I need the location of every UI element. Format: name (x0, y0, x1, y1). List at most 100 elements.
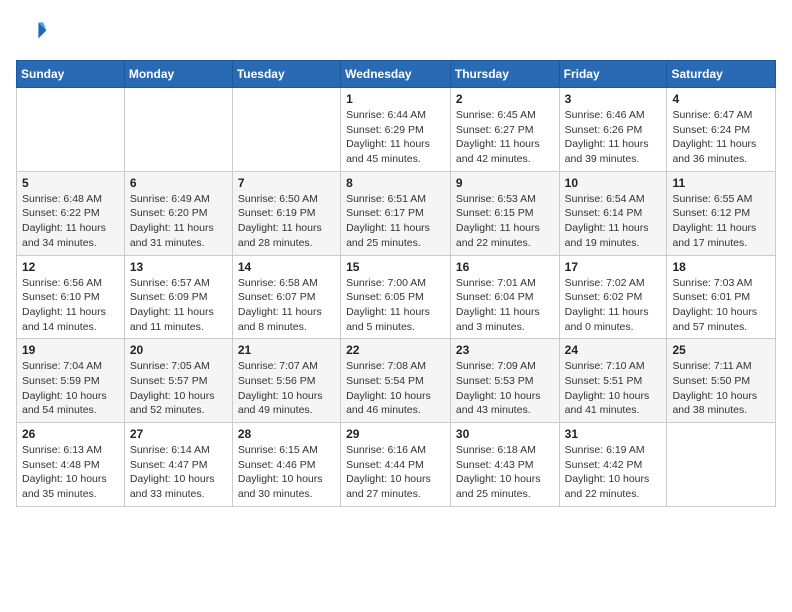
day-info: Sunrise: 6:19 AM Sunset: 4:42 PM Dayligh… (565, 443, 662, 502)
calendar-header-row: SundayMondayTuesdayWednesdayThursdayFrid… (17, 61, 776, 88)
day-info: Sunrise: 7:04 AM Sunset: 5:59 PM Dayligh… (22, 359, 119, 418)
calendar-cell (17, 88, 125, 172)
day-info: Sunrise: 6:16 AM Sunset: 4:44 PM Dayligh… (346, 443, 445, 502)
logo (16, 16, 52, 48)
weekday-header-friday: Friday (559, 61, 667, 88)
day-number: 31 (565, 427, 662, 441)
day-number: 30 (456, 427, 554, 441)
calendar-cell: 18Sunrise: 7:03 AM Sunset: 6:01 PM Dayli… (667, 255, 776, 339)
day-info: Sunrise: 6:44 AM Sunset: 6:29 PM Dayligh… (346, 108, 445, 167)
day-info: Sunrise: 7:01 AM Sunset: 6:04 PM Dayligh… (456, 276, 554, 335)
day-number: 3 (565, 92, 662, 106)
calendar-cell: 3Sunrise: 6:46 AM Sunset: 6:26 PM Daylig… (559, 88, 667, 172)
day-number: 11 (672, 176, 770, 190)
day-info: Sunrise: 7:07 AM Sunset: 5:56 PM Dayligh… (238, 359, 335, 418)
day-number: 19 (22, 343, 119, 357)
day-number: 1 (346, 92, 445, 106)
day-info: Sunrise: 6:57 AM Sunset: 6:09 PM Dayligh… (130, 276, 227, 335)
calendar-cell: 19 Sunrise: 7:04 AM Sunset: 5:59 PM Dayli… (17, 339, 125, 423)
day-number: 28 (238, 427, 335, 441)
day-info: Sunrise: 6:49 AM Sunset: 6:20 PM Dayligh… (130, 192, 227, 251)
day-number: 5 (22, 176, 119, 190)
day-number: 4 (672, 92, 770, 106)
day-info: Sunrise: 6:18 AM Sunset: 4:43 PM Dayligh… (456, 443, 554, 502)
day-info: Sunrise: 7:09 AM Sunset: 5:53 PM Dayligh… (456, 359, 554, 418)
calendar-cell: 13 Sunrise: 6:57 AM Sunset: 6:09 PM Dayli… (124, 255, 232, 339)
calendar-cell (124, 88, 232, 172)
day-info: Sunrise: 6:48 AM Sunset: 6:22 PM Dayligh… (22, 192, 119, 251)
day-number: 20 (130, 343, 227, 357)
calendar-cell: 10 Sunrise: 6:54 AM Sunset: 6:14 PM Dayli… (559, 171, 667, 255)
day-number: 18 (672, 260, 770, 274)
day-number: 26 (22, 427, 119, 441)
day-info: Sunrise: 6:55 AM Sunset: 6:12 PM Dayligh… (672, 192, 770, 251)
calendar-week-row: 1 Sunrise: 6:44 AM Sunset: 6:29 PM Daylig… (17, 88, 776, 172)
day-info: Sunrise: 7:10 AM Sunset: 5:51 PM Dayligh… (565, 359, 662, 418)
calendar-cell: 6 Sunrise: 6:49 AM Sunset: 6:20 PM Daylig… (124, 171, 232, 255)
calendar-week-row: 5 Sunrise: 6:48 AM Sunset: 6:22 PM Daylig… (17, 171, 776, 255)
calendar-cell: 12Sunrise: 6:56 AM Sunset: 6:10 PM Dayli… (17, 255, 125, 339)
weekday-header-saturday: Saturday (667, 61, 776, 88)
calendar-cell: 4 Sunrise: 6:47 AM Sunset: 6:24 PM Daylig… (667, 88, 776, 172)
calendar-cell: 14 Sunrise: 6:58 AM Sunset: 6:07 PM Dayli… (232, 255, 340, 339)
calendar-cell: 27 Sunrise: 6:14 AM Sunset: 4:47 PM Dayli… (124, 423, 232, 507)
day-number: 10 (565, 176, 662, 190)
calendar-cell: 25Sunrise: 7:11 AM Sunset: 5:50 PM Dayli… (667, 339, 776, 423)
day-info: Sunrise: 6:54 AM Sunset: 6:14 PM Dayligh… (565, 192, 662, 251)
day-info: Sunrise: 7:11 AM Sunset: 5:50 PM Dayligh… (672, 359, 770, 418)
page-header (16, 16, 776, 48)
calendar-cell: 20Sunrise: 7:05 AM Sunset: 5:57 PM Dayli… (124, 339, 232, 423)
calendar-cell: 28 Sunrise: 6:15 AM Sunset: 4:46 PM Dayli… (232, 423, 340, 507)
day-info: Sunrise: 6:50 AM Sunset: 6:19 PM Dayligh… (238, 192, 335, 251)
calendar-cell: 22 Sunrise: 7:08 AM Sunset: 5:54 PM Dayli… (341, 339, 451, 423)
weekday-header-thursday: Thursday (450, 61, 559, 88)
day-number: 23 (456, 343, 554, 357)
day-number: 21 (238, 343, 335, 357)
calendar-cell: 29 Sunrise: 6:16 AM Sunset: 4:44 PM Dayli… (341, 423, 451, 507)
day-number: 8 (346, 176, 445, 190)
calendar-week-row: 12Sunrise: 6:56 AM Sunset: 6:10 PM Dayli… (17, 255, 776, 339)
day-number: 13 (130, 260, 227, 274)
calendar-week-row: 26 Sunrise: 6:13 AM Sunset: 4:48 PM Dayli… (17, 423, 776, 507)
calendar-table: SundayMondayTuesdayWednesdayThursdayFrid… (16, 60, 776, 507)
day-number: 2 (456, 92, 554, 106)
day-number: 22 (346, 343, 445, 357)
calendar-cell: 24Sunrise: 7:10 AM Sunset: 5:51 PM Dayli… (559, 339, 667, 423)
day-info: Sunrise: 7:00 AM Sunset: 6:05 PM Dayligh… (346, 276, 445, 335)
day-number: 16 (456, 260, 554, 274)
calendar-cell: 30 Sunrise: 6:18 AM Sunset: 4:43 PM Dayli… (450, 423, 559, 507)
calendar-cell: 26 Sunrise: 6:13 AM Sunset: 4:48 PM Dayli… (17, 423, 125, 507)
day-number: 6 (130, 176, 227, 190)
calendar-cell: 9Sunrise: 6:53 AM Sunset: 6:15 PM Daylig… (450, 171, 559, 255)
calendar-cell: 17 Sunrise: 7:02 AM Sunset: 6:02 PM Dayli… (559, 255, 667, 339)
calendar-week-row: 19 Sunrise: 7:04 AM Sunset: 5:59 PM Dayli… (17, 339, 776, 423)
day-info: Sunrise: 6:15 AM Sunset: 4:46 PM Dayligh… (238, 443, 335, 502)
calendar-cell: 23 Sunrise: 7:09 AM Sunset: 5:53 PM Dayli… (450, 339, 559, 423)
calendar-cell: 16 Sunrise: 7:01 AM Sunset: 6:04 PM Dayli… (450, 255, 559, 339)
day-info: Sunrise: 6:13 AM Sunset: 4:48 PM Dayligh… (22, 443, 119, 502)
day-info: Sunrise: 6:51 AM Sunset: 6:17 PM Dayligh… (346, 192, 445, 251)
calendar-cell (232, 88, 340, 172)
day-info: Sunrise: 6:58 AM Sunset: 6:07 PM Dayligh… (238, 276, 335, 335)
day-number: 17 (565, 260, 662, 274)
calendar-cell: 8 Sunrise: 6:51 AM Sunset: 6:17 PM Daylig… (341, 171, 451, 255)
calendar-cell: 1 Sunrise: 6:44 AM Sunset: 6:29 PM Daylig… (341, 88, 451, 172)
day-info: Sunrise: 7:02 AM Sunset: 6:02 PM Dayligh… (565, 276, 662, 335)
day-info: Sunrise: 6:56 AM Sunset: 6:10 PM Dayligh… (22, 276, 119, 335)
logo-icon (16, 16, 48, 48)
day-number: 29 (346, 427, 445, 441)
day-number: 27 (130, 427, 227, 441)
day-number: 15 (346, 260, 445, 274)
day-number: 14 (238, 260, 335, 274)
day-info: Sunrise: 7:08 AM Sunset: 5:54 PM Dayligh… (346, 359, 445, 418)
weekday-header-sunday: Sunday (17, 61, 125, 88)
calendar-cell: 2 Sunrise: 6:45 AM Sunset: 6:27 PM Daylig… (450, 88, 559, 172)
weekday-header-monday: Monday (124, 61, 232, 88)
day-number: 7 (238, 176, 335, 190)
calendar-cell: 5 Sunrise: 6:48 AM Sunset: 6:22 PM Daylig… (17, 171, 125, 255)
day-info: Sunrise: 6:47 AM Sunset: 6:24 PM Dayligh… (672, 108, 770, 167)
day-info: Sunrise: 6:53 AM Sunset: 6:15 PM Dayligh… (456, 192, 554, 251)
calendar-cell: 31 Sunrise: 6:19 AM Sunset: 4:42 PM Dayli… (559, 423, 667, 507)
day-info: Sunrise: 6:14 AM Sunset: 4:47 PM Dayligh… (130, 443, 227, 502)
day-info: Sunrise: 6:45 AM Sunset: 6:27 PM Dayligh… (456, 108, 554, 167)
